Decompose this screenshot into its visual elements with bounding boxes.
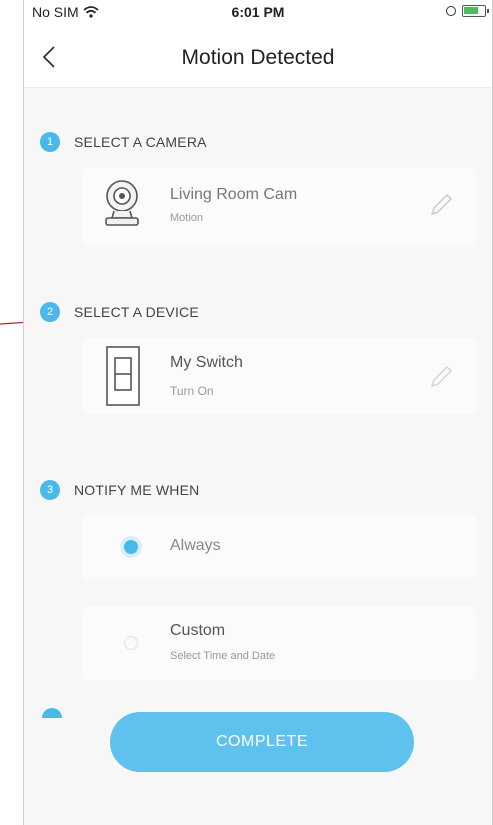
camera-card[interactable]: Living Room Cam Motion (82, 168, 476, 244)
step-1-header: 1 SELECT A CAMERA (40, 132, 207, 152)
option-sub: Select Time and Date (170, 650, 276, 662)
complete-button[interactable]: COMPLETE (110, 712, 414, 772)
step-badge: 3 (40, 480, 60, 500)
camera-icon (105, 180, 139, 226)
device-name: My Switch (170, 354, 243, 371)
step-3-header: 3 NOTIFY ME WHEN (40, 480, 199, 500)
step-badge-partial (42, 708, 62, 718)
battery-icon (462, 5, 489, 17)
phone-screen: No SIM 6:01 PM Motion Detected 1 SELECT … (23, 0, 493, 825)
status-time: 6:01 PM (231, 4, 285, 20)
section-title: SELECT A CAMERA (74, 134, 207, 150)
option-label: Always (170, 537, 221, 554)
section-title: SELECT A DEVICE (74, 304, 199, 320)
notify-option-custom[interactable]: Custom Select Time and Date (82, 606, 476, 680)
device-card[interactable]: My Switch Turn On (82, 338, 476, 414)
step-badge: 1 (40, 132, 60, 152)
pencil-icon[interactable] (428, 364, 454, 390)
status-bar: No SIM 6:01 PM (24, 0, 492, 28)
page-title: Motion Detected (181, 46, 335, 69)
notify-option-always[interactable]: Always (82, 515, 476, 579)
radio-unselected[interactable] (124, 636, 138, 650)
navigation-bar: Motion Detected (24, 28, 492, 88)
step-2-header: 2 SELECT A DEVICE (40, 302, 199, 322)
camera-name: Living Room Cam (170, 186, 298, 203)
device-action: Turn On (170, 384, 214, 398)
section-title: NOTIFY ME WHEN (74, 482, 200, 498)
option-label: Custom (170, 622, 226, 639)
switch-icon (106, 346, 140, 406)
status-right (446, 5, 489, 17)
pencil-icon[interactable] (428, 192, 454, 218)
camera-event: Motion (170, 212, 204, 224)
step-badge: 2 (40, 302, 60, 322)
orientation-lock-icon (446, 6, 456, 16)
radio-selected[interactable] (124, 540, 138, 554)
